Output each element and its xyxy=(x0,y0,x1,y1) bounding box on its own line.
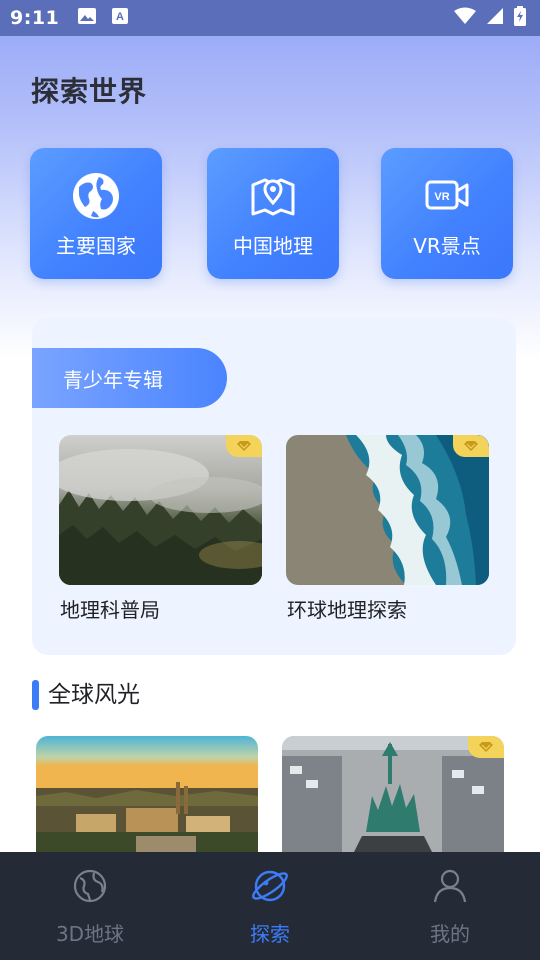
youth-album-title: 青少年专辑 xyxy=(32,348,227,408)
youth-item-thumbnail-global-geography[interactable] xyxy=(286,435,489,585)
category-label: 主要国家 xyxy=(56,234,136,258)
section-title-global-scenery: 全球风光 xyxy=(48,682,140,708)
cellular-icon xyxy=(486,7,504,29)
foggy-forest-image xyxy=(59,435,262,585)
nav-item-mine[interactable]: 我的 xyxy=(360,852,540,960)
compass-planet-icon xyxy=(251,866,289,906)
scenery-item-statue-city[interactable] xyxy=(282,736,504,852)
category-button-china-geography[interactable]: 中国地理 xyxy=(207,148,339,279)
youth-item-caption: 环球地理探索 xyxy=(287,598,407,622)
youth-item-thumbnail-geography-science[interactable] xyxy=(59,435,262,585)
nav-label: 我的 xyxy=(430,922,470,946)
ocean-waves-image xyxy=(286,435,489,585)
section-accent-bar xyxy=(32,680,39,710)
nav-item-explore[interactable]: 探索 xyxy=(180,852,360,960)
category-label: 中国地理 xyxy=(233,234,313,258)
city-sunset-image xyxy=(36,736,258,852)
map-pin-icon xyxy=(250,170,296,222)
status-bar: 9:11 A xyxy=(0,0,540,36)
youth-item-caption: 地理科普局 xyxy=(60,598,160,622)
globe-icon xyxy=(71,170,121,222)
svg-text:A: A xyxy=(116,11,124,23)
bottom-navigation: 3D地球 探索 我的 xyxy=(0,852,540,960)
nav-label: 3D地球 xyxy=(55,922,125,946)
user-icon xyxy=(433,866,467,906)
status-time: 9:11 xyxy=(10,7,60,29)
category-button-main-countries[interactable]: 主要国家 xyxy=(30,148,162,279)
nav-item-3d-earth[interactable]: 3D地球 xyxy=(0,852,180,960)
vip-diamond-icon xyxy=(226,435,262,457)
category-button-vr-spots[interactable]: VR VR景点 xyxy=(381,148,513,279)
nav-label: 探索 xyxy=(250,922,290,946)
earth-3d-icon xyxy=(72,866,108,906)
scenery-item-city-aerial[interactable] xyxy=(36,736,258,852)
page-title: 探索世界 xyxy=(31,75,148,108)
a-text-icon: A xyxy=(111,7,129,29)
battery-charging-icon xyxy=(514,6,526,30)
svg-text:VR: VR xyxy=(434,191,449,203)
vip-diamond-icon xyxy=(468,736,504,758)
category-label: VR景点 xyxy=(413,234,481,258)
wifi-icon xyxy=(454,7,476,29)
image-icon xyxy=(77,7,97,29)
vip-diamond-icon xyxy=(453,435,489,457)
vr-camera-icon: VR xyxy=(425,170,469,222)
